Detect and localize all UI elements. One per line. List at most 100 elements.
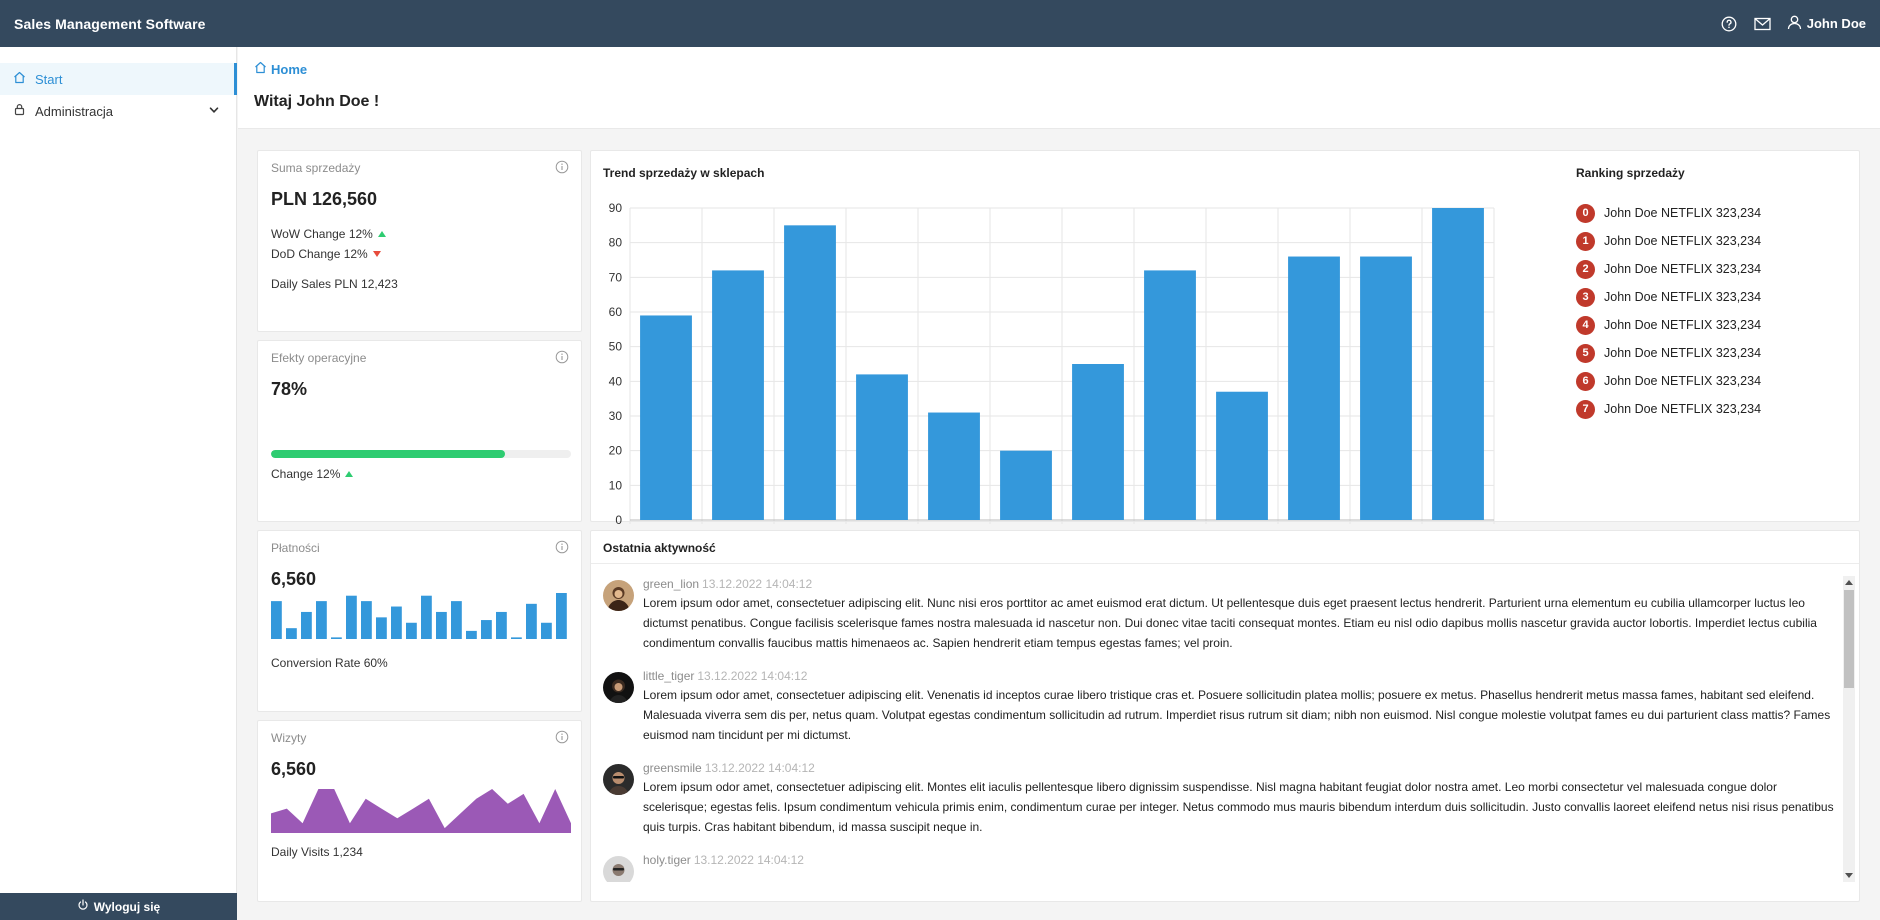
- activity-time: 13.12.2022 14:04:12: [697, 669, 808, 683]
- rank-badge: 4: [1576, 315, 1595, 335]
- payments-bar: [346, 595, 357, 639]
- activity-header: green_lion 13.12.2022 14:04:12: [643, 576, 1843, 593]
- payments-bar: [391, 606, 402, 639]
- home-icon: [13, 71, 26, 87]
- ops-progress-bar: [271, 450, 571, 458]
- y-tick-label: 30: [609, 409, 623, 423]
- avatar[interactable]: [603, 580, 634, 611]
- rank-badge: 3: [1576, 287, 1595, 307]
- rank-badge: 2: [1576, 259, 1595, 279]
- rank-label: John Doe NETFLIX 323,234: [1604, 206, 1762, 220]
- sales-value: PLN 126,560: [271, 189, 378, 209]
- sidebar-item-label: Administracja: [35, 103, 114, 119]
- payments-bar: [436, 611, 447, 639]
- daily-sales: Daily Sales PLN 12,423: [271, 277, 398, 291]
- dod-change-label: DoD Change 12%: [271, 247, 368, 261]
- breadcrumb[interactable]: Home: [254, 61, 1864, 77]
- payments-card: Płatności 6,560 Conversion Rate 60%: [257, 530, 582, 712]
- ranking-item[interactable]: 6 John Doe NETFLIX 323,234: [1576, 367, 1846, 395]
- ranking-item[interactable]: 3 John Doe NETFLIX 323,234: [1576, 283, 1846, 311]
- y-tick-label: 40: [609, 374, 623, 388]
- info-icon[interactable]: [555, 350, 569, 364]
- ranking-item[interactable]: 1 John Doe NETFLIX 323,234: [1576, 227, 1846, 255]
- ranking-item[interactable]: 4 John Doe NETFLIX 323,234: [1576, 311, 1846, 339]
- payments-bar: [331, 637, 342, 639]
- avatar[interactable]: [603, 764, 634, 795]
- payments-bar: [556, 593, 567, 639]
- rank-badge: 5: [1576, 343, 1595, 363]
- y-tick-label: 80: [609, 236, 623, 250]
- activity-title: Ostatnia aktywność: [603, 541, 716, 555]
- app-title: Sales Management Software: [14, 15, 206, 32]
- logout-button[interactable]: Wyloguj się: [0, 893, 237, 920]
- top-bar-actions: John Doe: [1719, 14, 1866, 34]
- y-tick-label: 90: [609, 201, 623, 215]
- payments-bar: [421, 595, 432, 639]
- activity-user[interactable]: little_tiger: [643, 669, 694, 683]
- info-icon[interactable]: [555, 730, 569, 744]
- conversion-rate: Conversion Rate 60%: [271, 656, 388, 670]
- trend-bar: [640, 315, 692, 520]
- trend-bar: [1432, 208, 1484, 520]
- sidebar-item-administracja[interactable]: Administracja: [0, 95, 236, 127]
- avatar[interactable]: [603, 672, 634, 703]
- activity-user[interactable]: green_lion: [643, 577, 699, 591]
- arrow-down-icon: [372, 251, 381, 257]
- sidebar-item-start[interactable]: Start: [0, 63, 237, 95]
- avatar[interactable]: [603, 856, 634, 882]
- page-title: Witaj John Doe !: [254, 93, 380, 110]
- trend-bar: [1288, 256, 1340, 520]
- y-tick-label: 60: [609, 305, 623, 319]
- trend-title: Trend sprzedaży w sklepach: [603, 166, 765, 180]
- payments-bar: [496, 611, 507, 639]
- rank-label: John Doe NETFLIX 323,234: [1604, 374, 1762, 388]
- payments-bar: [526, 603, 537, 639]
- ranking-item[interactable]: 7 John Doe NETFLIX 323,234: [1576, 395, 1846, 423]
- payments-mini-bar-chart: [271, 593, 567, 639]
- user-menu[interactable]: John Doe: [1787, 15, 1866, 33]
- activity-scrollbar[interactable]: [1843, 576, 1855, 882]
- activity-item: little_tiger 13.12.2022 14:04:12 Lorem ip…: [603, 668, 1843, 745]
- rank-label: John Doe NETFLIX 323,234: [1604, 262, 1762, 276]
- activity-user[interactable]: greensmile: [643, 761, 702, 775]
- ops-card: Efekty operacyjne 78% Change 12%: [257, 340, 582, 522]
- ranking-item[interactable]: 2 John Doe NETFLIX 323,234: [1576, 255, 1846, 283]
- sidebar: Start Administracja Wyloguj się: [0, 47, 237, 920]
- payments-bar: [406, 622, 417, 639]
- y-tick-label: 50: [609, 340, 623, 354]
- wow-change: WoW Change 12%: [271, 227, 386, 241]
- activity-item: greensmile 13.12.2022 14:04:12 Lorem ipsu…: [603, 760, 1843, 837]
- rank-badge: 7: [1576, 399, 1595, 419]
- ranking-list: 0 John Doe NETFLIX 323,234 1 John Doe NETF…: [1576, 199, 1846, 423]
- rank-label: John Doe NETFLIX 323,234: [1604, 290, 1762, 304]
- chevron-down-icon[interactable]: [208, 104, 220, 119]
- payments-bar: [541, 622, 552, 639]
- scroll-up-icon[interactable]: [1845, 580, 1853, 585]
- mail-icon[interactable]: [1753, 14, 1773, 34]
- ops-progress-fill: [271, 450, 505, 458]
- help-icon[interactable]: [1719, 14, 1739, 34]
- info-icon[interactable]: [555, 540, 569, 554]
- trend-bar: [1072, 364, 1124, 520]
- scroll-thumb[interactable]: [1844, 590, 1854, 688]
- sidebar-item-label: Start: [35, 71, 63, 87]
- ranking-item[interactable]: 5 John Doe NETFLIX 323,234: [1576, 339, 1846, 367]
- trend-bar: [712, 270, 764, 520]
- trend-bar: [856, 374, 908, 520]
- ranking-item[interactable]: 0 John Doe NETFLIX 323,234: [1576, 199, 1846, 227]
- activity-text: Lorem ipsum odor amet, consectetuer adip…: [643, 780, 1834, 834]
- activity-text: Lorem ipsum odor amet, consectetuer adip…: [643, 596, 1817, 650]
- activity-feed[interactable]: green_lion 13.12.2022 14:04:12 Lorem ipsu…: [603, 576, 1843, 882]
- wow-change-label: WoW Change 12%: [271, 227, 373, 241]
- divider: [591, 563, 1859, 564]
- payments-bar: [271, 601, 282, 639]
- activity-time: 13.12.2022 14:04:12: [702, 577, 813, 591]
- card-title: Efekty operacyjne: [271, 351, 367, 365]
- trend-bar: [1000, 450, 1052, 520]
- payments-bar: [511, 637, 522, 639]
- trend-bar: [1216, 391, 1268, 520]
- scroll-down-icon[interactable]: [1845, 873, 1853, 878]
- rank-badge: 6: [1576, 371, 1595, 391]
- info-icon[interactable]: [555, 160, 569, 174]
- activity-user[interactable]: holy.tiger: [643, 853, 691, 867]
